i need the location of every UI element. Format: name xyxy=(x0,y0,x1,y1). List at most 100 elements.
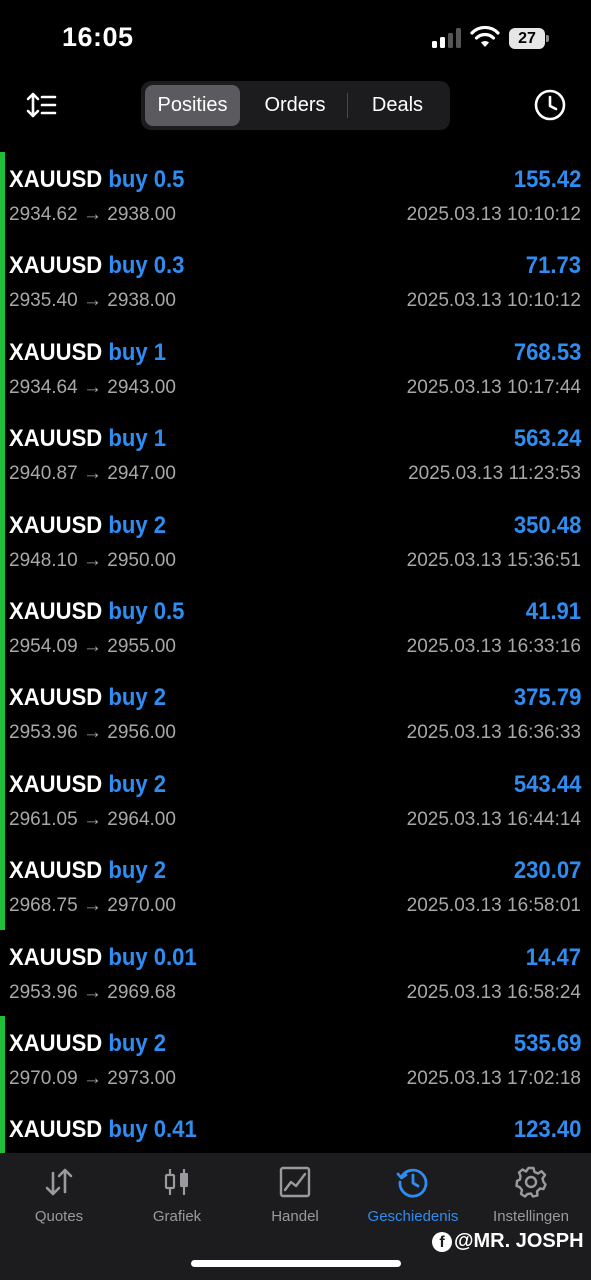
trade-direction-volume: buy 0.5 xyxy=(108,166,185,193)
symbol-name: XAUUSD xyxy=(9,166,103,193)
history-clock-icon[interactable] xyxy=(533,88,567,122)
trade-direction-volume: buy 0.41 xyxy=(108,1116,197,1144)
position-prices: 2954.09 → 2955.00 xyxy=(9,636,176,658)
trade-direction-volume: buy 2 xyxy=(108,1029,167,1057)
position-symbol: XAUUSD buy 2 xyxy=(9,857,166,885)
position-row[interactable]: XAUUSD buy 2 350.48 2948.10 → 2950.00 2025.… xyxy=(0,497,591,584)
arrow-right-icon: → xyxy=(77,895,108,917)
symbol-name: XAUUSD xyxy=(9,252,103,280)
quotes-arrows-icon xyxy=(45,1168,73,1196)
tab-deals[interactable]: Deals xyxy=(349,85,446,126)
symbol-name: XAUUSD xyxy=(9,1029,103,1057)
symbol-name: XAUUSD xyxy=(9,338,103,366)
trade-direction-volume: buy 1 xyxy=(108,338,167,366)
trade-direction-volume: buy 2 xyxy=(108,857,167,885)
status-time: 16:05 xyxy=(62,22,134,52)
positions-list: XAUUSD buy 0.5 155.42 2934.62 → 2938.00 202… xyxy=(0,152,591,1189)
position-profit: 350.48 xyxy=(513,511,581,539)
position-time: 2025.03.13 10:10:12 xyxy=(406,290,581,312)
position-time: 2025.03.13 10:17:44 xyxy=(406,376,581,398)
open-price: 2948.10 xyxy=(9,549,78,571)
trade-direction-volume: buy 1 xyxy=(108,425,167,453)
sort-icon[interactable] xyxy=(26,90,58,120)
current-price: 2947.00 xyxy=(107,463,176,485)
arrow-right-icon: → xyxy=(77,722,108,744)
current-price: 2955.00 xyxy=(107,635,176,657)
position-row[interactable]: XAUUSD buy 1 563.24 2940.87 → 2947.00 2025.… xyxy=(0,411,591,498)
position-row[interactable]: XAUUSD buy 1 768.53 2934.64 → 2943.00 2025.… xyxy=(0,324,591,412)
cellular-signal-icon xyxy=(432,28,462,48)
position-symbol: XAUUSD buy 1 xyxy=(9,425,166,453)
position-symbol: XAUUSD buy 0.5 xyxy=(9,598,184,626)
position-symbol: XAUUSD buy 0.5 xyxy=(9,166,184,194)
arrow-right-icon: → xyxy=(77,808,108,830)
symbol-name: XAUUSD xyxy=(9,857,103,885)
position-row[interactable]: XAUUSD buy 0.5 155.42 2934.62 → 2938.00 202… xyxy=(0,152,591,239)
arrow-right-icon: → xyxy=(77,549,108,571)
position-row[interactable]: XAUUSD buy 0.5 41.91 2954.09 → 2955.00 2025… xyxy=(0,583,591,671)
position-prices: 2935.40 → 2938.00 xyxy=(9,290,176,312)
position-time: 2025.03.13 16:44:14 xyxy=(406,808,581,830)
position-time: 2025.03.13 16:58:24 xyxy=(406,981,581,1003)
position-time: 2025.03.13 15:36:51 xyxy=(406,549,581,571)
segment-divider xyxy=(347,93,348,118)
position-marker xyxy=(0,583,5,671)
battery-level: 27 xyxy=(509,28,545,49)
position-time: 2025.03.13 17:02:18 xyxy=(406,1067,581,1089)
position-symbol: XAUUSD buy 2 xyxy=(9,1030,166,1058)
open-price: 2953.96 xyxy=(9,722,78,744)
tabbar-item-grafiek[interactable]: Grafiek xyxy=(118,1153,236,1243)
candlestick-chart-icon xyxy=(164,1169,188,1195)
position-prices: 2970.09 → 2973.00 xyxy=(9,1068,176,1090)
open-price: 2940.87 xyxy=(9,463,78,485)
open-price: 2934.62 xyxy=(9,204,78,225)
trade-direction-volume: buy 0.3 xyxy=(108,252,185,280)
position-row[interactable]: XAUUSD buy 2 375.79 2953.96 → 2956.00 2025.… xyxy=(0,670,591,757)
trade-direction-volume: buy 2 xyxy=(108,770,167,798)
position-marker xyxy=(0,411,5,498)
tabbar-label-instellingen: Instellingen xyxy=(493,1208,569,1225)
tab-orders[interactable]: Orders xyxy=(245,85,345,126)
position-marker xyxy=(0,497,5,584)
position-profit: 563.24 xyxy=(513,425,581,453)
position-row[interactable]: XAUUSD buy 2 535.69 2970.09 → 2973.00 2025.… xyxy=(0,1015,591,1103)
current-price: 2956.00 xyxy=(107,722,176,744)
facebook-icon: f xyxy=(432,1231,452,1252)
trade-chart-icon xyxy=(279,1166,311,1198)
position-row[interactable]: XAUUSD buy 0.3 71.73 2935.40 → 2938.00 2025… xyxy=(0,238,591,325)
battery-icon: 27 xyxy=(509,28,550,49)
watermark-text: @MR. JOSPH xyxy=(454,1230,584,1252)
current-price: 2943.00 xyxy=(107,376,176,398)
gear-icon xyxy=(515,1166,547,1198)
current-price: 2973.00 xyxy=(107,1067,176,1089)
arrow-right-icon: → xyxy=(77,376,108,398)
position-row[interactable]: XAUUSD buy 0.01 14.47 2953.96 → 2969.68 202… xyxy=(0,930,591,1016)
position-row[interactable]: XAUUSD buy 2 543.44 2961.05 → 2964.00 2025.… xyxy=(0,756,591,844)
open-price: 2935.40 xyxy=(9,290,78,312)
current-price: 2938.00 xyxy=(107,204,176,225)
tabbar-item-handel[interactable]: Handel xyxy=(236,1153,354,1243)
position-prices: 2961.05 → 2964.00 xyxy=(9,809,176,831)
position-symbol: XAUUSD buy 2 xyxy=(9,771,166,799)
home-indicator xyxy=(191,1260,401,1267)
position-symbol: XAUUSD buy 0.3 xyxy=(9,252,184,280)
watermark: f @MR. JOSPH xyxy=(432,1230,584,1258)
position-row[interactable]: XAUUSD buy 2 230.07 2968.75 → 2970.00 2025.… xyxy=(0,843,591,930)
status-bar: 16:05 27 xyxy=(0,0,591,80)
position-prices: 2948.10 → 2950.00 xyxy=(9,550,176,572)
position-symbol: XAUUSD buy 1 xyxy=(9,339,166,367)
tab-posities[interactable]: Posities xyxy=(145,85,240,126)
position-marker xyxy=(0,1015,5,1103)
open-price: 2934.64 xyxy=(9,376,78,398)
tabbar-item-quotes[interactable]: Quotes xyxy=(0,1153,118,1243)
position-symbol: XAUUSD buy 2 xyxy=(9,512,166,540)
wifi-icon xyxy=(470,25,500,47)
open-price: 2968.75 xyxy=(9,895,78,917)
position-profit: 230.07 xyxy=(513,857,581,885)
position-symbol: XAUUSD buy 0.41 xyxy=(9,1116,197,1144)
position-profit: 543.44 xyxy=(513,770,581,798)
position-profit: 375.79 xyxy=(513,684,581,712)
symbol-name: XAUUSD xyxy=(9,425,103,453)
trade-direction-volume: buy 0.5 xyxy=(108,597,185,625)
symbol-name: XAUUSD xyxy=(9,684,103,712)
